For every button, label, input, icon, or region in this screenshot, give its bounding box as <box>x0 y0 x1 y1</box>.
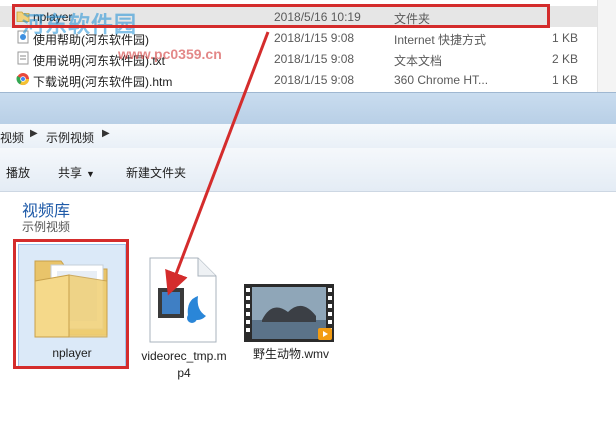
file-size: 1 KB <box>551 73 578 87</box>
annotation-box-tile <box>13 239 129 369</box>
share-button[interactable]: 共享 ▼ <box>58 164 95 181</box>
chevron-right-icon[interactable]: ▶ <box>30 128 38 139</box>
breadcrumb: 视频 ▶ 示例视频 ▶ <box>0 124 616 149</box>
breadcrumb-item-videos[interactable]: 视频 <box>0 129 24 146</box>
file-size: 2 KB <box>551 52 578 66</box>
text-document-icon <box>17 51 29 65</box>
play-button[interactable]: 播放 <box>6 164 30 181</box>
annotation-box-file-row <box>12 4 550 28</box>
video-thumbnail-icon <box>244 284 334 342</box>
new-folder-button[interactable]: 新建文件夹 <box>126 164 186 181</box>
watermark-url: www.pc0359.cn <box>118 46 222 62</box>
chrome-html-icon <box>16 73 29 86</box>
file-date: 2018/1/15 9:08 <box>274 73 355 87</box>
file-type: 文本文档 <box>394 54 443 68</box>
file-type: Internet 快捷方式 <box>394 33 487 47</box>
tile-label-line: videorec_tmp.m <box>141 349 227 363</box>
tile-wildlife-wmv[interactable]: 野生动物.wmv <box>236 276 346 366</box>
scrollbar[interactable] <box>597 0 616 92</box>
window-title-bar <box>0 92 616 125</box>
chevron-down-icon: ▼ <box>86 169 95 179</box>
file-name: 下载说明(河东软件园).htm <box>33 75 173 89</box>
file-size: 1 KB <box>551 31 578 45</box>
file-row-readme-txt[interactable]: 使用说明(河东软件园).txt 2018/1/15 9:08 文本文档 2 KB <box>0 48 616 69</box>
tile-label-line: p4 <box>177 366 191 380</box>
share-label: 共享 <box>58 166 83 180</box>
media-file-icon <box>149 257 217 343</box>
tile-label: 野生动物.wmv <box>253 347 329 361</box>
file-date: 2018/1/15 9:08 <box>274 31 355 45</box>
library-subtitle: 示例视频 <box>22 220 71 234</box>
toolbar: 播放 共享 ▼ 新建文件夹 <box>0 148 616 192</box>
tile-label: videorec_tmp.m p4 <box>136 348 232 382</box>
file-date: 2018/1/15 9:08 <box>274 52 355 66</box>
chevron-right-icon[interactable]: ▶ <box>102 128 110 139</box>
tile-videorec-mp4[interactable]: videorec_tmp.m p4 <box>136 252 232 382</box>
file-type: 360 Chrome HT... <box>394 73 489 87</box>
file-row-download-htm[interactable]: 下载说明(河东软件园).htm 2018/1/15 9:08 360 Chrom… <box>0 69 616 90</box>
breadcrumb-item-sample-videos[interactable]: 示例视频 <box>46 129 94 146</box>
